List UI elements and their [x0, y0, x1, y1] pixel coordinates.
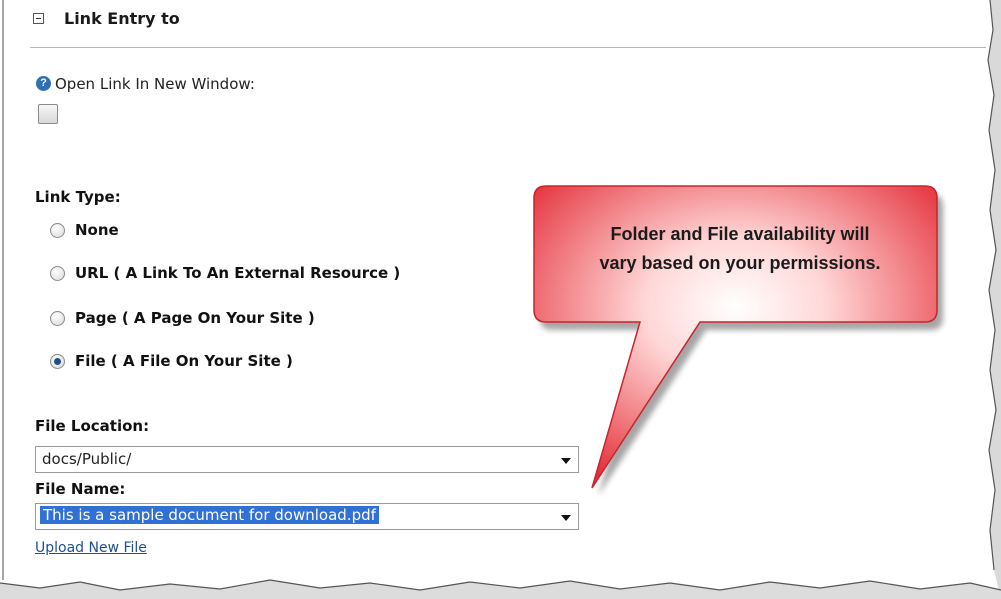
radio-option-file[interactable]: File ( A File On Your Site ) [50, 351, 293, 371]
radio-page-label: Page ( A Page On Your Site ) [75, 309, 315, 327]
file-location-label: File Location: [35, 417, 150, 435]
file-name-value: This is a sample document for download.p… [40, 506, 379, 524]
radio-none-label: None [75, 221, 119, 239]
callout-text: Folder and File availability will vary b… [545, 220, 935, 278]
radio-none[interactable] [50, 222, 65, 238]
link-type-label: Link Type: [35, 188, 121, 206]
radio-url[interactable] [50, 265, 65, 281]
callout-line-1: Folder and File availability will [610, 224, 870, 244]
file-name-label: File Name: [35, 480, 126, 498]
torn-bottom-edge [0, 580, 1001, 599]
dropdown-arrow-icon[interactable] [561, 515, 571, 521]
radio-file-label: File ( A File On Your Site ) [75, 352, 293, 370]
file-location-select[interactable]: docs/Public/ [35, 446, 579, 473]
upload-new-file-link[interactable]: Upload New File [35, 540, 147, 556]
radio-url-label: URL ( A Link To An External Resource ) [75, 264, 401, 282]
radio-option-url[interactable]: URL ( A Link To An External Resource ) [50, 263, 400, 283]
callout-line-2: vary based on your permissions. [599, 253, 881, 273]
dropdown-arrow-icon[interactable] [561, 458, 571, 464]
radio-option-page[interactable]: Page ( A Page On Your Site ) [50, 308, 315, 328]
section-divider [30, 47, 986, 48]
open-new-window-label: Open Link In New Window: [55, 75, 255, 93]
radio-option-none[interactable]: None [50, 220, 119, 240]
open-new-window-checkbox[interactable] [38, 104, 58, 124]
question-circle-icon[interactable]: ? [36, 76, 51, 91]
file-name-select[interactable]: This is a sample document for download.p… [35, 503, 579, 530]
section-title: Link Entry to [64, 9, 180, 28]
file-location-value: docs/Public/ [42, 450, 132, 468]
collapse-section-icon[interactable] [33, 13, 44, 24]
radio-file[interactable] [50, 353, 65, 369]
radio-page[interactable] [50, 310, 65, 326]
